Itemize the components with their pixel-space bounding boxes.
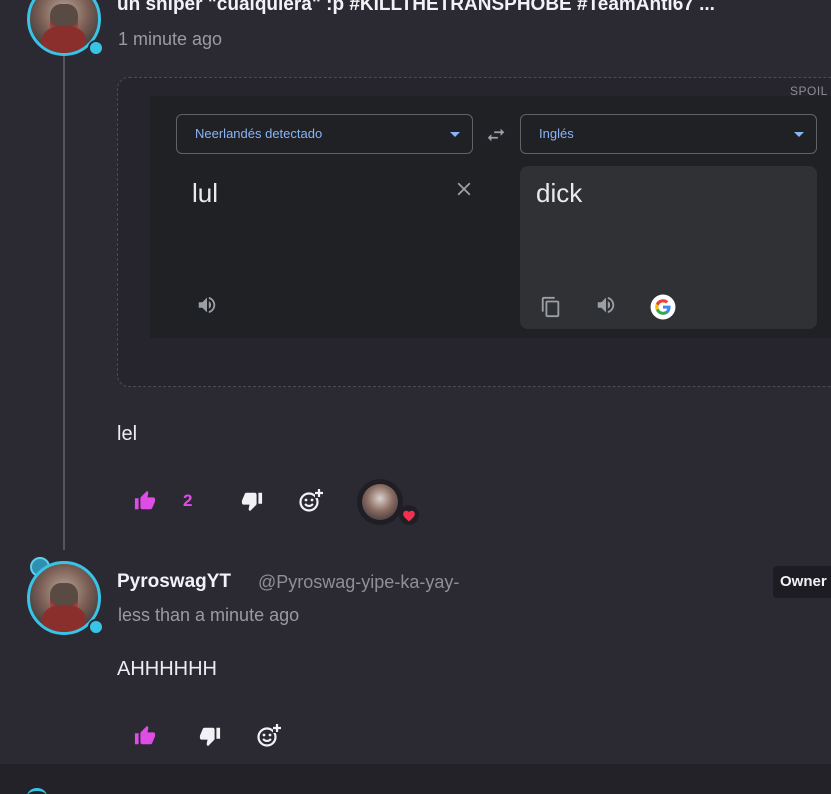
like-icon[interactable] — [134, 490, 156, 512]
comment-timestamp: 1 minute ago — [118, 29, 223, 49]
speaker-icon — [198, 296, 216, 314]
translated-text-panel: dick — [520, 166, 817, 329]
comment-author-handle[interactable]: @Pyroswag-yipe-ka-yay- — [258, 572, 459, 593]
add-reaction-icon[interactable] — [298, 488, 324, 514]
dislike-icon[interactable] — [241, 490, 263, 512]
target-language-select: Inglés — [520, 114, 817, 154]
avatar-figure — [42, 25, 86, 53]
thread-line — [63, 50, 65, 550]
google-icon — [650, 294, 676, 320]
online-status-dot — [88, 40, 104, 56]
chevron-down-icon — [450, 132, 460, 137]
clear-icon — [457, 182, 471, 196]
next-comment-strip — [0, 764, 831, 794]
avatar-figure — [42, 604, 86, 632]
comment-body: AHHHHHH — [117, 658, 217, 680]
comment-timestamp: less than a minute ago — [118, 605, 300, 625]
comment-author-name[interactable]: PyroswagYT — [117, 571, 231, 593]
comment-author-header[interactable]: un sniper "cualquiera" :p #KILLTHETRANSP… — [117, 0, 831, 16]
comment-thread: un sniper "cualquiera" :p #KILLTHETRANSP… — [0, 0, 831, 794]
source-language-select: Neerlandés detectado — [176, 114, 473, 154]
like-icon[interactable] — [134, 725, 156, 747]
chevron-down-icon — [794, 132, 804, 137]
heart-reaction-badge — [399, 505, 419, 525]
reaction-user-avatar[interactable] — [357, 479, 403, 525]
add-reaction-icon[interactable] — [256, 723, 282, 749]
target-language-label: Inglés — [539, 126, 574, 141]
avatar — [362, 484, 398, 520]
speaker-icon — [597, 296, 615, 314]
source-language-label: Neerlandés detectado — [195, 126, 323, 141]
swap-icon — [487, 128, 505, 142]
source-text: lul — [192, 178, 219, 208]
like-count: 2 — [183, 491, 193, 510]
owner-badge: Owner — [773, 566, 831, 598]
online-status-dot — [88, 619, 104, 635]
source-text-panel: lul — [176, 166, 506, 330]
copy-icon — [541, 296, 560, 318]
translated-text: dick — [536, 178, 583, 208]
heart-icon — [403, 510, 415, 522]
comment-body: lel — [117, 423, 138, 445]
dislike-icon[interactable] — [199, 725, 221, 747]
